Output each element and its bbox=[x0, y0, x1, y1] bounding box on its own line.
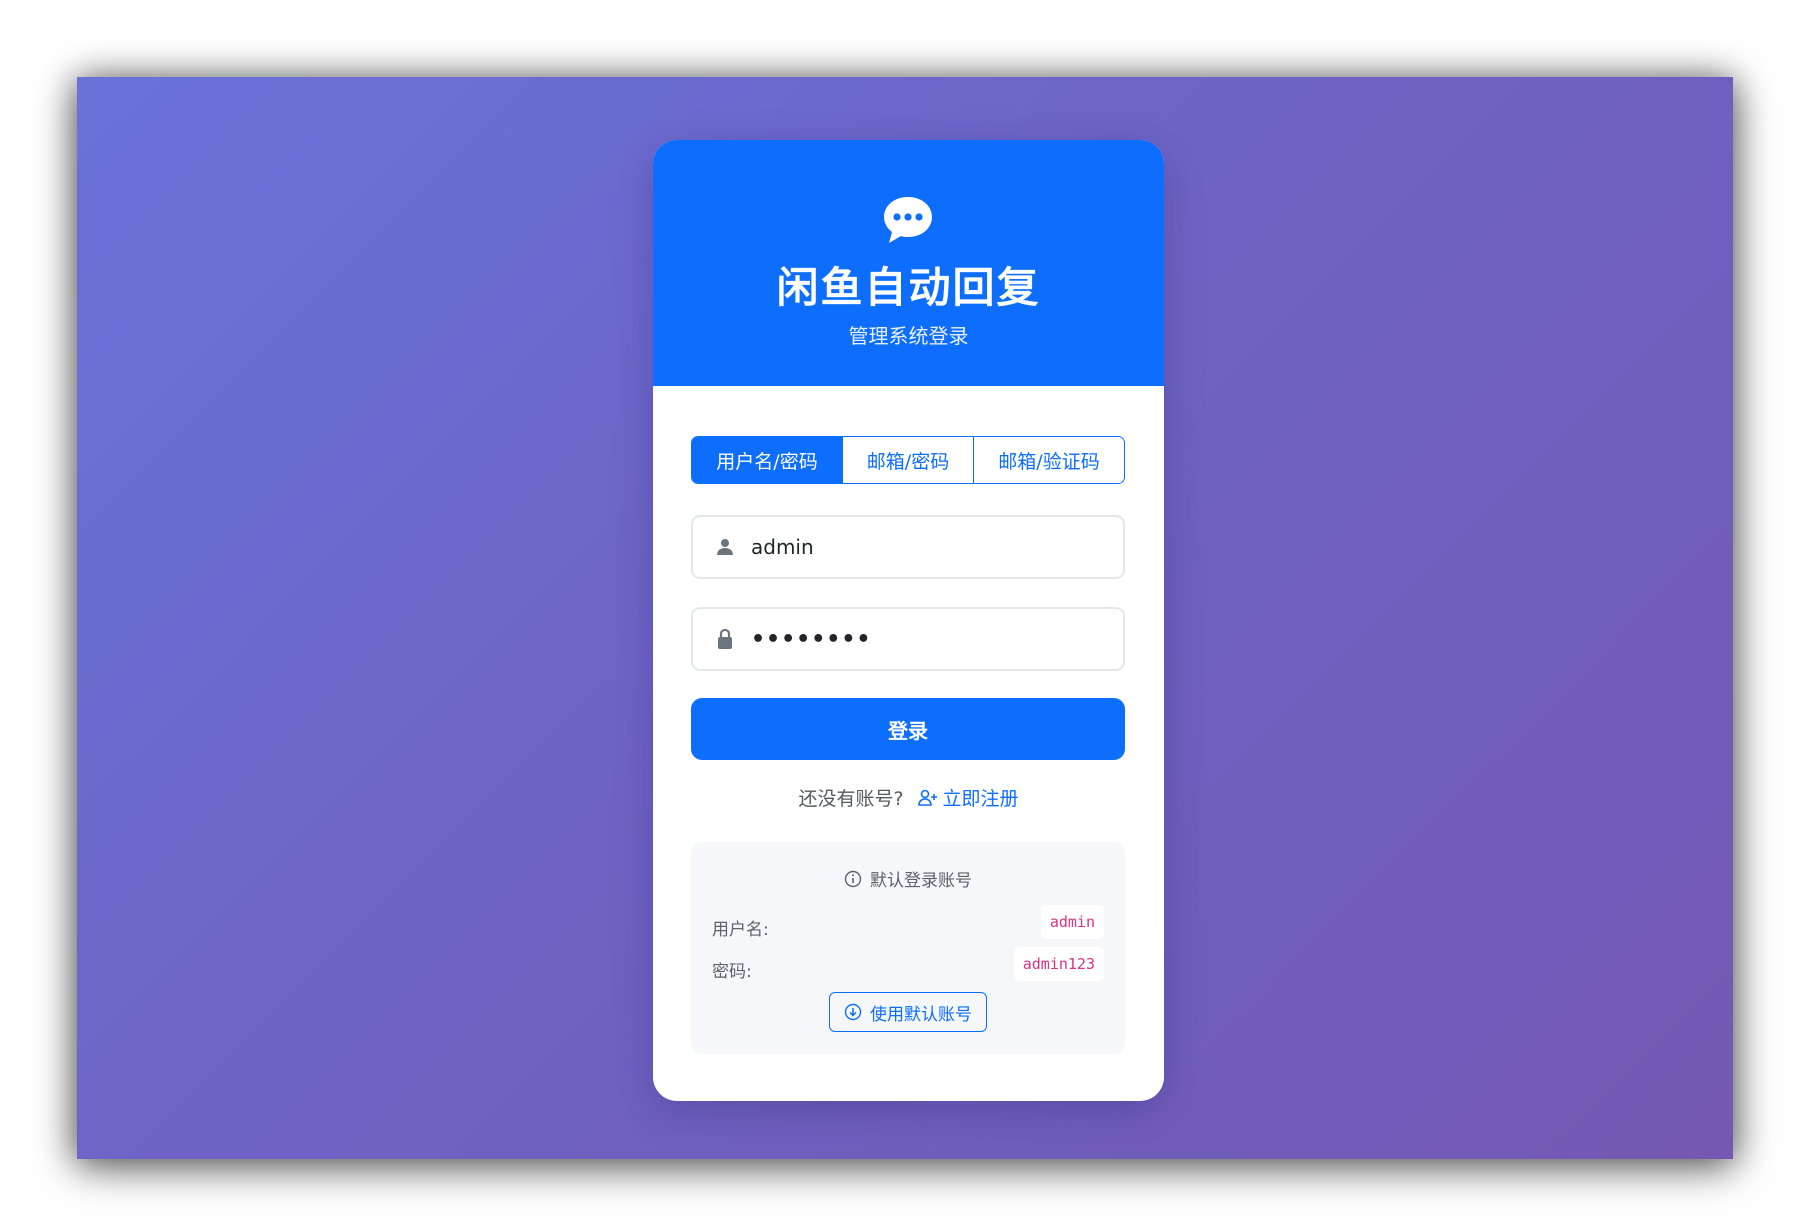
tab-email-code[interactable]: 邮箱/验证码 bbox=[974, 437, 1124, 483]
password-input[interactable]: •••••••• bbox=[751, 627, 872, 652]
app-title: 闲鱼自动回复 bbox=[776, 263, 1041, 312]
use-default-account-label[interactable]: 使用默认账号 bbox=[870, 1000, 972, 1025]
username-field[interactable]: admin bbox=[691, 515, 1125, 579]
tab-username-password[interactable]: 用户名/密码 bbox=[692, 437, 843, 483]
login-method-tabs: 用户名/密码 邮箱/密码 邮箱/验证码 bbox=[691, 436, 1125, 484]
register-link-label[interactable]: 立即注册 bbox=[943, 784, 1019, 811]
default-username-label: 用户名: bbox=[712, 920, 769, 940]
register-link[interactable]: 立即注册 bbox=[917, 784, 1019, 811]
register-row: 还没有账号? 立即注册 bbox=[653, 784, 1164, 811]
arrow-down-circle-icon bbox=[844, 1003, 862, 1021]
login-card: 闲鱼自动回复 管理系统登录 用户名/密码 邮箱/密码 邮箱/验证码 admin bbox=[653, 140, 1164, 1101]
default-password-value: admin123 bbox=[1013, 947, 1104, 981]
person-plus-icon bbox=[917, 789, 937, 806]
default-username-value: admin bbox=[1040, 905, 1104, 939]
login-button[interactable]: 登录 bbox=[691, 698, 1125, 760]
default-account-title-text: 默认登录账号 bbox=[870, 871, 972, 891]
username-input[interactable]: admin bbox=[751, 535, 814, 559]
default-account-title: 默认登录账号 bbox=[691, 866, 1125, 891]
chat-dots-icon bbox=[884, 197, 932, 243]
app-subtitle: 管理系统登录 bbox=[848, 324, 969, 348]
default-account-panel: 默认登录账号 用户名: admin 密码: admin123 使用默认账号 bbox=[691, 842, 1125, 1054]
register-prompt: 还没有账号? bbox=[798, 788, 904, 810]
password-field[interactable]: •••••••• bbox=[691, 607, 1125, 671]
tab-email-password[interactable]: 邮箱/密码 bbox=[843, 437, 974, 483]
page-background: 闲鱼自动回复 管理系统登录 用户名/密码 邮箱/密码 邮箱/验证码 admin bbox=[77, 77, 1733, 1159]
default-password-label: 密码: bbox=[712, 962, 752, 982]
card-header: 闲鱼自动回复 管理系统登录 bbox=[653, 140, 1164, 386]
use-default-account-button[interactable]: 使用默认账号 bbox=[829, 992, 987, 1032]
lock-icon bbox=[713, 627, 737, 651]
user-icon bbox=[713, 535, 737, 559]
info-circle-icon bbox=[844, 870, 862, 887]
